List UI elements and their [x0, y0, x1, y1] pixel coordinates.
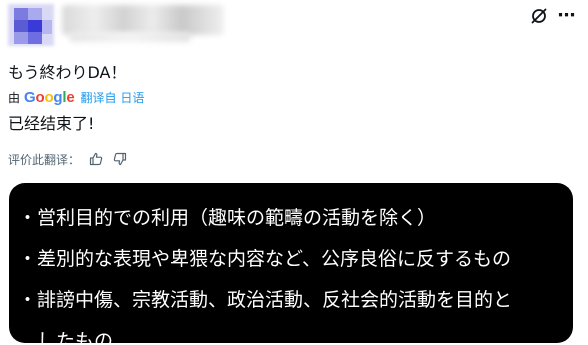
translation-attribution: 由 Google 翻译自 日语 [8, 88, 144, 106]
thumbs-down-icon[interactable] [112, 151, 128, 167]
thumbs-up-icon[interactable] [88, 151, 104, 167]
avatar[interactable] [8, 4, 54, 46]
grok-slash-icon[interactable] [529, 6, 549, 26]
media-text-line: ・誹謗中傷、宗教活動、政治活動、反社会的活動を目的と [18, 289, 513, 311]
post-translated-text: 已经结束了! [8, 114, 95, 133]
media-text-line: ・差別的な表現や卑猥な内容など、公序良俗に反するもの [18, 248, 512, 270]
more-horizontal-icon[interactable]: ⋯ [557, 6, 577, 26]
media-text-line: ・営利目的での利用（趣味の範疇の活動を除く） [18, 207, 437, 229]
author-name-redacted [62, 5, 224, 35]
google-logo: Google [24, 88, 75, 106]
post-header: ⋯ [0, 0, 588, 50]
post-media-image[interactable]: ・営利目的での利用（趣味の範疇の活動を除く） ・差別的な表現や卑猥な内容など、公… [9, 183, 573, 343]
post-original-text: もう終わりDA！ [8, 63, 127, 82]
author-handle-redacted [70, 32, 190, 42]
translated-from-link[interactable]: 翻译自 日语 [81, 89, 145, 106]
rate-translation-label: 评价此翻译： [8, 152, 81, 167]
media-text-line: したもの [18, 330, 114, 343]
rate-translation: 评价此翻译： [8, 150, 128, 168]
translate-by-label: 由 [8, 90, 21, 105]
